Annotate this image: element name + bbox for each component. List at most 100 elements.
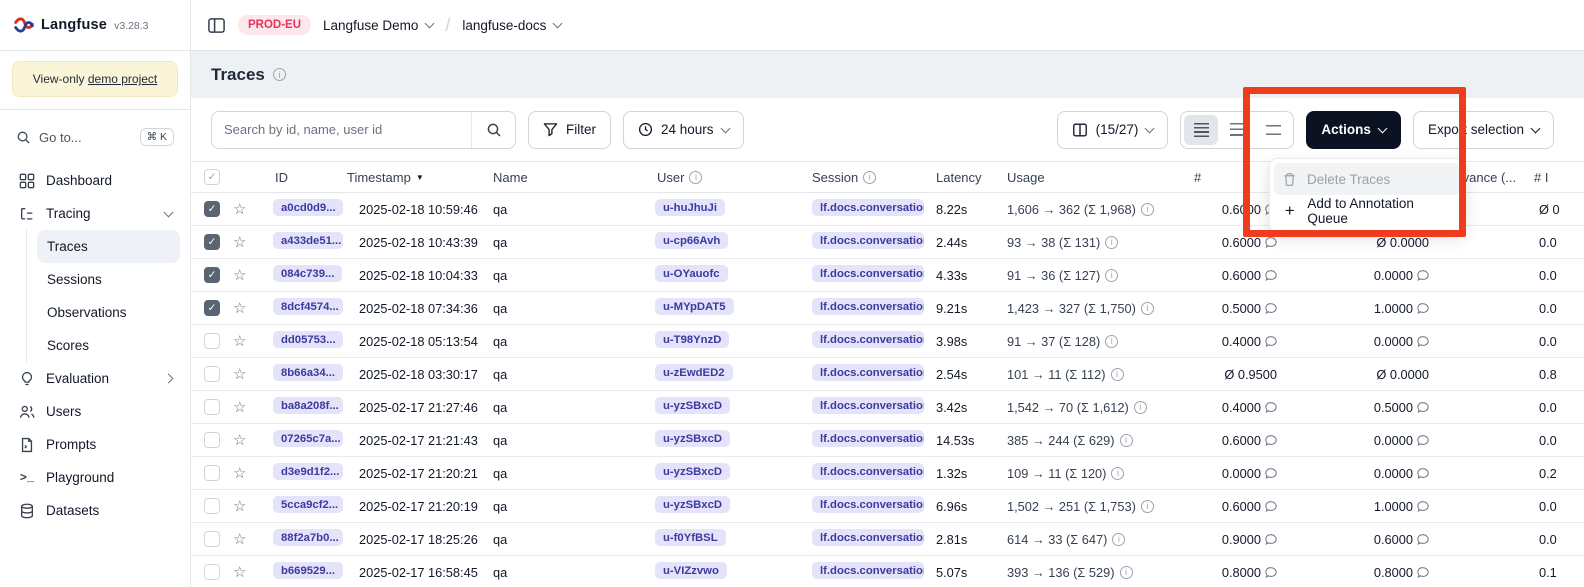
- user-badge[interactable]: u-OYauofc: [655, 265, 728, 282]
- sidebar-item-datasets[interactable]: Datasets: [10, 494, 180, 527]
- table-row[interactable]: ☆ 07265c7a... 2025-02-17 21:21:43 qa u-y…: [191, 424, 1584, 457]
- search-icon[interactable]: [471, 112, 515, 148]
- star-icon[interactable]: ☆: [233, 399, 246, 416]
- sidebar-item-prompts[interactable]: Prompts: [10, 428, 180, 461]
- column-header-session[interactable]: Sessioni: [802, 170, 928, 185]
- star-icon[interactable]: ☆: [233, 531, 246, 548]
- session-badge[interactable]: lf.docs.conversation...: [812, 529, 924, 546]
- row-checkbox[interactable]: [204, 333, 220, 349]
- row-checkbox[interactable]: ✓: [204, 234, 220, 250]
- row-checkbox[interactable]: [204, 465, 220, 481]
- trace-id-badge[interactable]: ba8a208f...: [273, 397, 343, 414]
- row-checkbox[interactable]: ✓: [204, 201, 220, 217]
- export-selection-button[interactable]: Export selection: [1413, 111, 1554, 149]
- project-selector[interactable]: langfuse-docs: [462, 18, 561, 33]
- user-badge[interactable]: u-huJhuJi: [655, 199, 725, 216]
- trace-id-badge[interactable]: 07265c7a...: [273, 430, 343, 447]
- menu-item-add-to-annotation-queue[interactable]: + Add to Annotation Queue: [1274, 195, 1460, 227]
- column-header-user[interactable]: Useri: [645, 170, 802, 185]
- table-row[interactable]: ✓ ☆ 084c739... 2025-02-18 10:04:33 qa u-…: [191, 259, 1584, 292]
- sidebar-item-playground[interactable]: >_ Playground: [10, 461, 180, 494]
- trace-id-badge[interactable]: 5cca9cf2...: [273, 496, 343, 513]
- user-badge[interactable]: u-VIZzvwo: [655, 562, 727, 579]
- table-row[interactable]: ☆ ba8a208f... 2025-02-17 21:27:46 qa u-y…: [191, 391, 1584, 424]
- star-icon[interactable]: ☆: [233, 267, 246, 284]
- sidebar-item-dashboard[interactable]: Dashboard: [10, 164, 180, 197]
- session-badge[interactable]: lf.docs.conversation...: [812, 265, 924, 282]
- sidebar-item-scores[interactable]: Scores: [37, 329, 180, 362]
- trace-id-badge[interactable]: 084c739...: [273, 265, 342, 282]
- row-checkbox[interactable]: [204, 564, 220, 580]
- user-badge[interactable]: u-f0YfBSL: [655, 529, 726, 546]
- user-badge[interactable]: u-cp66Avh: [655, 232, 728, 249]
- select-all-checkbox[interactable]: ✓: [204, 169, 220, 185]
- sidebar-item-observations[interactable]: Observations: [37, 296, 180, 329]
- row-checkbox[interactable]: ✓: [204, 300, 220, 316]
- sidebar-item-sessions[interactable]: Sessions: [37, 263, 180, 296]
- column-header-name[interactable]: Name: [481, 170, 645, 185]
- environment-badge[interactable]: PROD-EU: [238, 15, 311, 35]
- row-checkbox[interactable]: ✓: [204, 267, 220, 283]
- table-row[interactable]: ☆ 5cca9cf2... 2025-02-17 21:20:19 qa u-y…: [191, 490, 1584, 523]
- session-badge[interactable]: lf.docs.conversation...: [812, 562, 924, 579]
- table-row[interactable]: ☆ 8b66a34... 2025-02-18 03:30:17 qa u-zE…: [191, 358, 1584, 391]
- user-badge[interactable]: u-MYpDAT5: [655, 298, 734, 315]
- star-icon[interactable]: ☆: [233, 366, 246, 383]
- trace-id-badge[interactable]: a433de51...: [273, 232, 343, 249]
- session-badge[interactable]: lf.docs.conversation...: [812, 364, 924, 381]
- trace-id-badge[interactable]: 88f2a7b0...: [273, 529, 343, 546]
- columns-button[interactable]: (15/27): [1057, 111, 1169, 149]
- trace-id-badge[interactable]: a0cd0d9...: [273, 199, 343, 216]
- session-badge[interactable]: lf.docs.conversation...: [812, 397, 924, 414]
- table-row[interactable]: ☆ dd05753... 2025-02-18 05:13:54 qa u-T9…: [191, 325, 1584, 358]
- table-row[interactable]: ☆ d3e9d1f2... 2025-02-17 21:20:21 qa u-y…: [191, 457, 1584, 490]
- trace-id-badge[interactable]: dd05753...: [273, 331, 343, 348]
- search-input[interactable]: [212, 112, 471, 148]
- org-selector[interactable]: Langfuse Demo: [323, 18, 433, 33]
- star-icon[interactable]: ☆: [233, 201, 246, 218]
- user-badge[interactable]: u-yzSBxcD: [655, 397, 730, 414]
- trace-id-badge[interactable]: 8b66a34...: [273, 364, 343, 381]
- session-badge[interactable]: lf.docs.conversation...: [812, 298, 924, 315]
- column-header-id[interactable]: ID: [263, 170, 347, 185]
- sidebar-item-users[interactable]: Users: [10, 395, 180, 428]
- star-icon[interactable]: ☆: [233, 432, 246, 449]
- time-range-button[interactable]: 24 hours: [623, 111, 744, 149]
- trace-id-badge[interactable]: d3e9d1f2...: [273, 463, 343, 480]
- row-checkbox[interactable]: [204, 366, 220, 382]
- filter-button[interactable]: Filter: [528, 111, 611, 149]
- star-icon[interactable]: ☆: [233, 564, 246, 581]
- row-checkbox[interactable]: [204, 399, 220, 415]
- star-icon[interactable]: ☆: [233, 234, 246, 251]
- row-height-small-button[interactable]: [1184, 115, 1218, 145]
- star-icon[interactable]: ☆: [233, 465, 246, 482]
- trace-id-badge[interactable]: 8dcf4574...: [273, 298, 343, 315]
- goto-search[interactable]: Go to... ⌘ K: [10, 122, 180, 152]
- column-header-latency[interactable]: Latency: [928, 170, 998, 185]
- user-badge[interactable]: u-zEwdED2: [655, 364, 733, 381]
- session-badge[interactable]: lf.docs.conversation...: [812, 496, 924, 513]
- sidebar-item-tracing[interactable]: Tracing: [10, 197, 180, 230]
- trace-id-badge[interactable]: b669529...: [273, 562, 343, 579]
- column-header-last[interactable]: # I: [1532, 170, 1584, 185]
- row-height-large-button[interactable]: [1256, 115, 1290, 145]
- session-badge[interactable]: lf.docs.conversation...: [812, 331, 924, 348]
- star-icon[interactable]: ☆: [233, 300, 246, 317]
- actions-button[interactable]: Actions: [1306, 111, 1401, 149]
- row-checkbox[interactable]: [204, 531, 220, 547]
- table-row[interactable]: ☆ b669529... 2025-02-17 16:58:45 qa u-VI…: [191, 556, 1584, 587]
- user-badge[interactable]: u-yzSBxcD: [655, 463, 730, 480]
- star-icon[interactable]: ☆: [233, 333, 246, 350]
- user-badge[interactable]: u-yzSBxcD: [655, 496, 730, 513]
- user-badge[interactable]: u-yzSBxcD: [655, 430, 730, 447]
- star-icon[interactable]: ☆: [233, 498, 246, 515]
- demo-project-link[interactable]: demo project: [88, 72, 157, 86]
- row-checkbox[interactable]: [204, 432, 220, 448]
- column-header-timestamp[interactable]: Timestamp▼: [347, 170, 481, 185]
- panel-left-icon[interactable]: [207, 16, 226, 35]
- sidebar-item-evaluation[interactable]: Evaluation: [10, 362, 180, 395]
- row-height-medium-button[interactable]: [1220, 115, 1254, 145]
- column-header-usage[interactable]: Usage: [998, 170, 1182, 185]
- row-checkbox[interactable]: [204, 498, 220, 514]
- table-row[interactable]: ☆ 88f2a7b0... 2025-02-17 18:25:26 qa u-f…: [191, 523, 1584, 556]
